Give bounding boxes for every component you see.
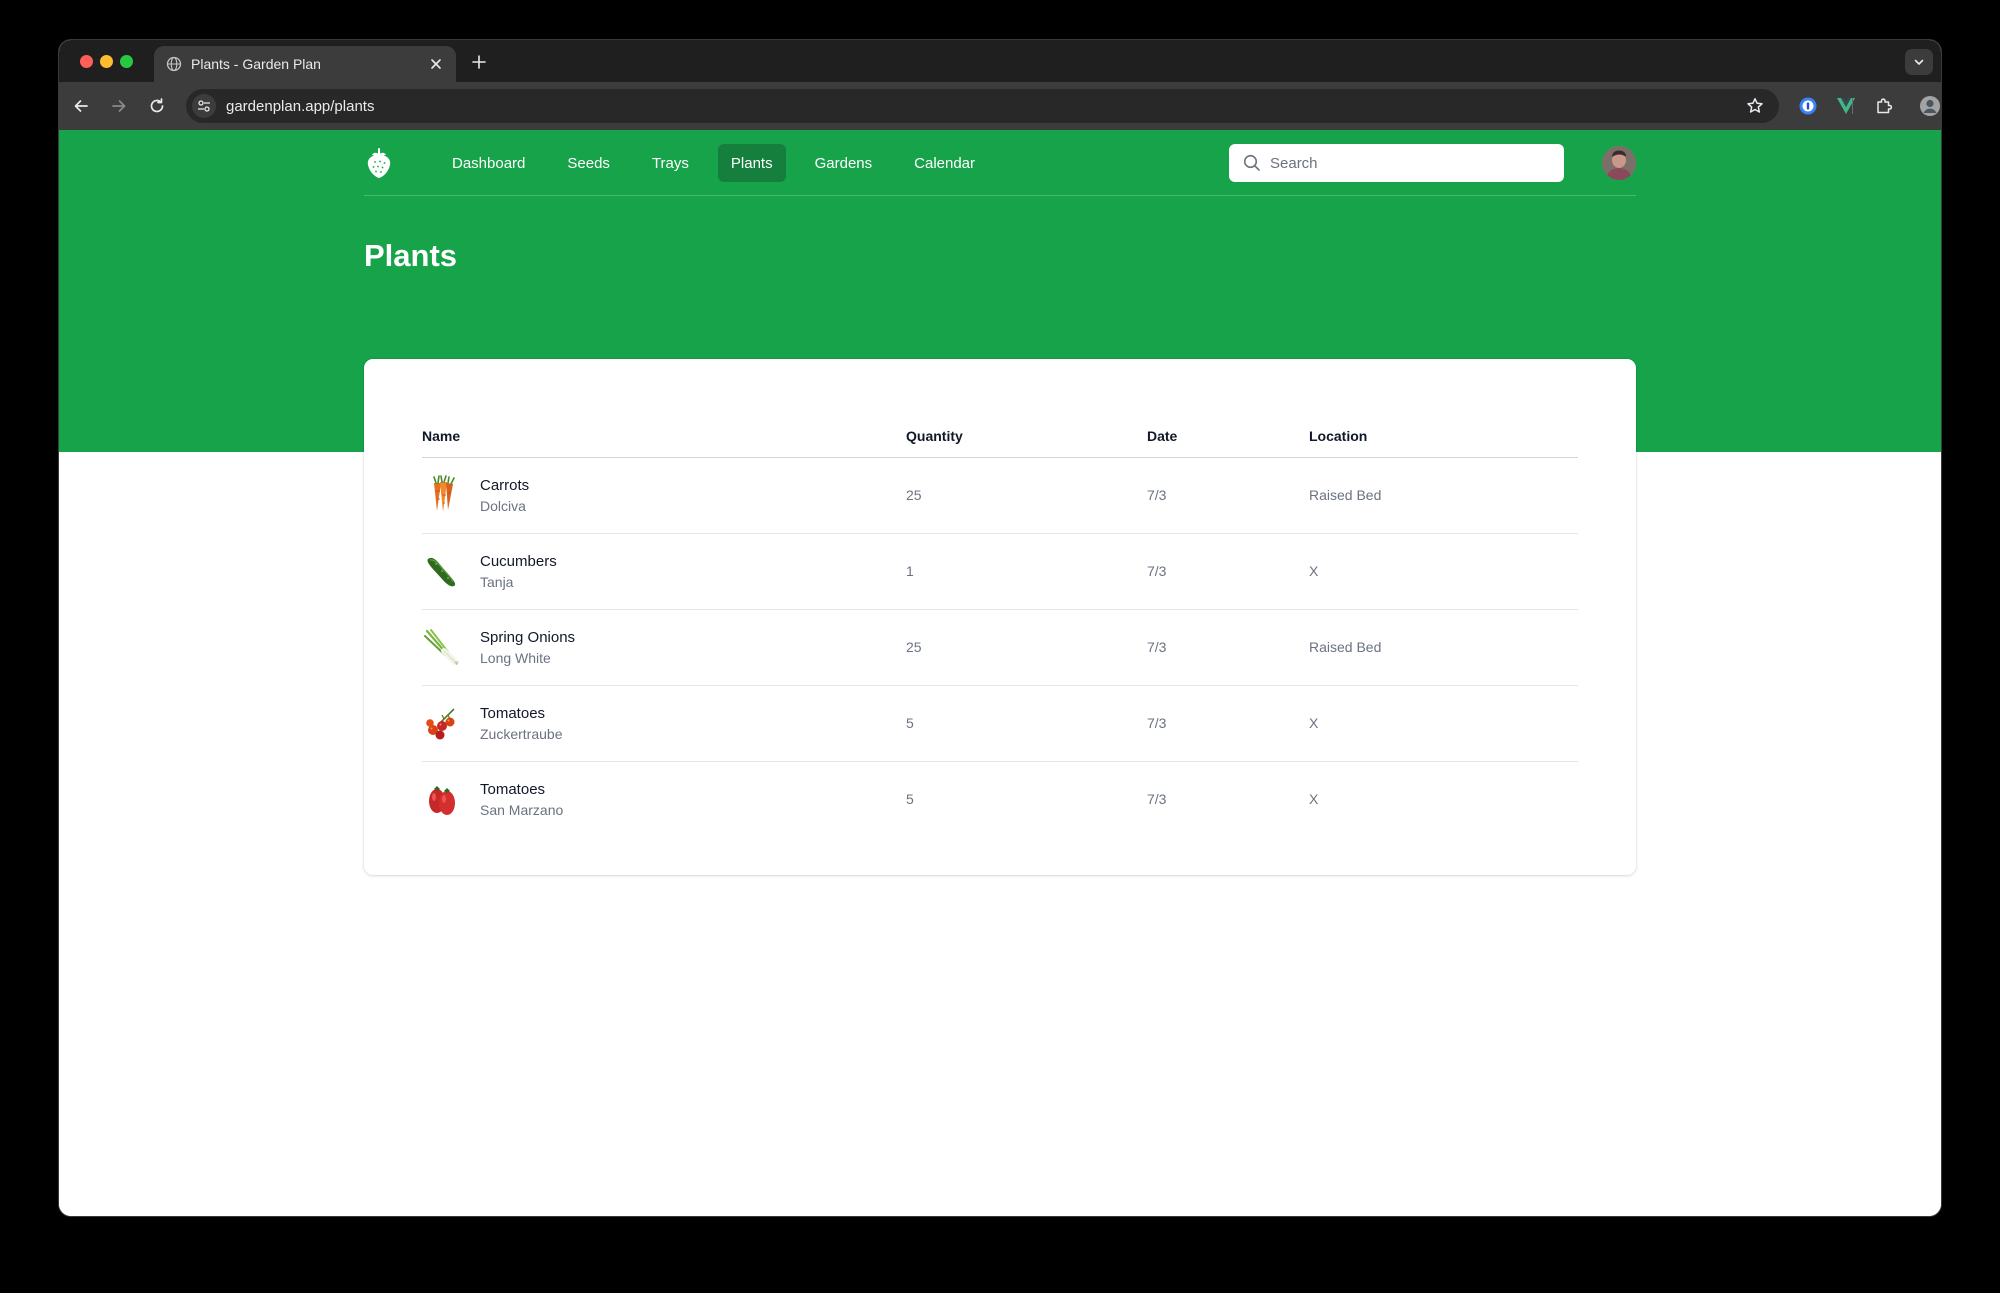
nav-item-plants[interactable]: Plants	[717, 144, 786, 182]
nav-links: Dashboard Seeds Trays Plants Gardens Cal…	[439, 144, 1004, 182]
browser-tab[interactable]: Plants - Garden Plan	[154, 46, 456, 82]
globe-icon	[166, 56, 182, 72]
plant-location: Raised Bed	[1309, 609, 1578, 686]
plant-variety: San Marzano	[480, 801, 564, 818]
plant-quantity: 1	[906, 533, 1147, 610]
plant-date: 7/3	[1147, 791, 1167, 808]
cucumber-icon	[422, 551, 462, 591]
plant-location: X	[1309, 533, 1578, 610]
nav-item-gardens[interactable]: Gardens	[802, 144, 886, 182]
page-title: Plants	[364, 238, 458, 273]
plant-quantity: 5	[906, 685, 1147, 762]
plant-name-cell: Tomatoes San Marzano	[422, 779, 906, 820]
plant-name: Tomatoes	[480, 780, 546, 798]
table-row[interactable]: Cucumbers Tanja 1 7/3 X	[422, 533, 1578, 610]
nav-item-seeds[interactable]: Seeds	[554, 144, 623, 182]
table-header-row: Name Quantity Date Location	[422, 415, 1578, 458]
close-window-button[interactable]	[80, 55, 93, 68]
plant-quantity: 25	[906, 609, 1147, 686]
carrot-icon	[422, 475, 462, 515]
extensions-puzzle-icon[interactable]	[1873, 95, 1895, 117]
maximize-window-button[interactable]	[120, 55, 133, 68]
nav-item-trays[interactable]: Trays	[639, 144, 702, 182]
cherry-tomato-icon	[422, 703, 462, 743]
search-box	[1229, 144, 1564, 182]
plant-location: X	[1309, 685, 1578, 762]
plant-date: 7/3	[1147, 685, 1309, 762]
table-row[interactable]: Tomatoes San Marzano 5 7/3 X	[422, 761, 1578, 837]
bookmark-star-icon[interactable]	[1745, 96, 1765, 116]
browser-window: Plants - Garden Plan gardenplan.app/plan…	[59, 40, 1941, 1216]
plant-name-cell: Tomatoes Zuckertraube	[422, 703, 906, 744]
site-settings-icon[interactable]	[192, 94, 216, 118]
strawberry-logo-icon[interactable]	[364, 146, 394, 180]
forward-arrow-icon[interactable]	[107, 94, 131, 118]
plants-card: Name Quantity Date Location Carrots Dolc…	[364, 359, 1636, 875]
search-icon	[1242, 153, 1262, 173]
back-arrow-icon[interactable]	[69, 94, 93, 118]
password-manager-extension-icon[interactable]	[1797, 95, 1819, 117]
plant-date: 7/3	[1147, 609, 1309, 686]
plant-name: Tomatoes	[480, 704, 546, 722]
close-tab-icon[interactable]	[428, 56, 444, 72]
page-content: Dashboard Seeds Trays Plants Gardens Cal…	[59, 130, 1941, 1216]
url-text: gardenplan.app/plants	[226, 97, 375, 115]
vue-devtools-extension-icon[interactable]	[1835, 95, 1857, 117]
plants-table: Name Quantity Date Location Carrots Dolc…	[422, 415, 1578, 837]
nav-item-calendar[interactable]: Calendar	[901, 144, 988, 182]
table-row[interactable]: Spring Onions Long White 25 7/3 Raised B…	[422, 609, 1578, 686]
table-row[interactable]: Tomatoes Zuckertraube 5 7/3 X	[422, 685, 1578, 762]
tab-title: Plants - Garden Plan	[191, 56, 321, 72]
plum-tomato-icon	[422, 779, 462, 819]
top-nav: Dashboard Seeds Trays Plants Gardens Cal…	[364, 130, 1636, 196]
plant-name-cell: Spring Onions Long White	[422, 627, 906, 668]
address-bar[interactable]: gardenplan.app/plants	[186, 89, 1779, 123]
user-avatar[interactable]	[1602, 146, 1636, 180]
new-tab-icon[interactable]	[467, 50, 491, 74]
plant-variety: Zuckertraube	[480, 725, 563, 742]
browser-toolbar: gardenplan.app/plants	[59, 82, 1941, 130]
minimize-window-button[interactable]	[100, 55, 113, 68]
plant-date: 7/3	[1147, 533, 1309, 610]
reload-icon[interactable]	[145, 94, 169, 118]
profile-icon[interactable]	[1919, 95, 1941, 117]
nav-item-dashboard[interactable]: Dashboard	[439, 144, 538, 182]
plant-quantity: 25	[906, 457, 1147, 534]
tab-bar: Plants - Garden Plan	[59, 40, 1941, 82]
table-row[interactable]: Carrots Dolciva 25 7/3 Raised Bed	[422, 457, 1578, 534]
plant-quantity: 5	[906, 791, 914, 808]
search-input[interactable]	[1270, 154, 1560, 172]
plant-variety: Tanja	[480, 573, 514, 590]
column-header-location[interactable]: Location	[1309, 415, 1578, 458]
plant-date: 7/3	[1147, 457, 1309, 534]
tab-search-chevron-icon[interactable]	[1905, 49, 1933, 75]
column-header-date[interactable]: Date	[1147, 415, 1309, 458]
spring-onion-icon	[422, 627, 462, 667]
plant-name: Carrots	[480, 476, 530, 494]
plant-name: Cucumbers	[480, 552, 557, 570]
plant-location: Raised Bed	[1309, 457, 1578, 534]
plant-location: X	[1309, 791, 1319, 808]
column-header-name[interactable]: Name	[422, 415, 906, 458]
plant-name-cell: Carrots Dolciva	[422, 475, 906, 516]
toolbar-divider	[1852, 98, 1853, 114]
column-header-quantity[interactable]: Quantity	[906, 415, 1147, 458]
plant-variety: Long White	[480, 649, 551, 666]
plant-variety: Dolciva	[480, 497, 526, 514]
plant-name-cell: Cucumbers Tanja	[422, 551, 906, 592]
plant-name: Spring Onions	[480, 628, 576, 646]
